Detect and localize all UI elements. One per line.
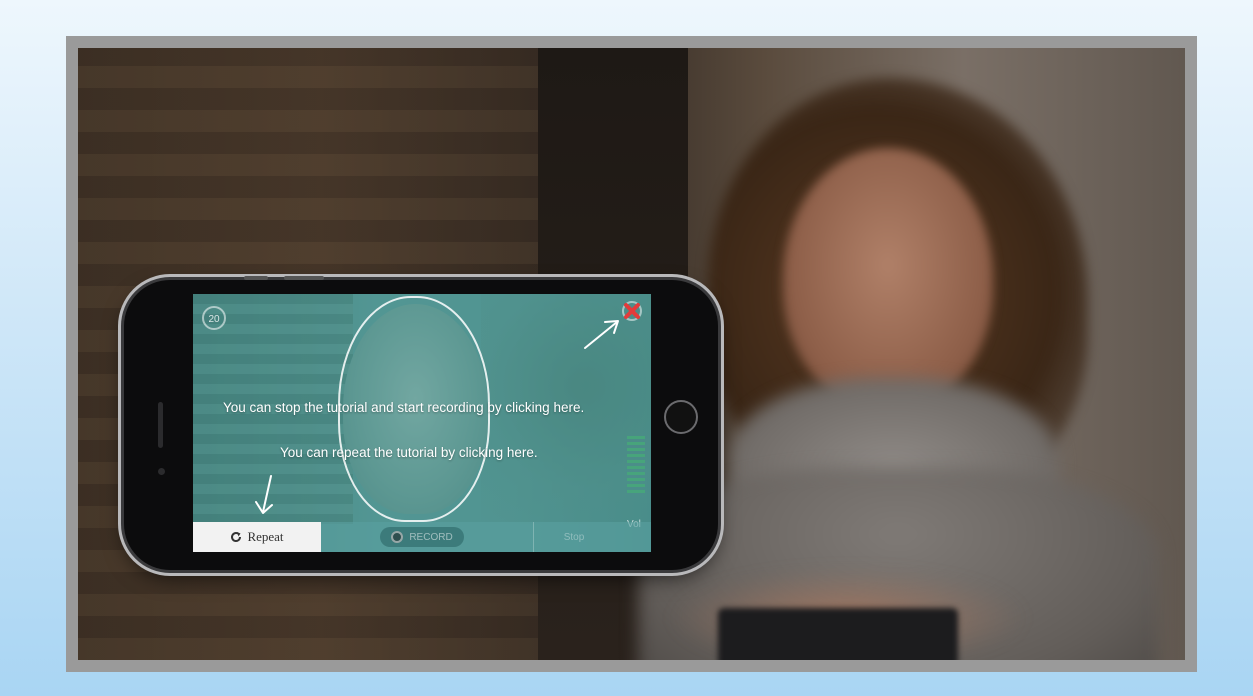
held-phone bbox=[718, 608, 958, 660]
phone-side-button bbox=[244, 276, 268, 280]
phone-speaker bbox=[158, 402, 163, 448]
record-dot-icon bbox=[391, 531, 404, 543]
close-x-icon bbox=[622, 301, 642, 321]
repeat-label: Repeat bbox=[247, 529, 284, 544]
record-label: RECORD bbox=[409, 531, 453, 543]
refresh-icon bbox=[231, 532, 242, 543]
close-tutorial-button[interactable] bbox=[621, 300, 643, 322]
arrow-down-icon bbox=[253, 474, 277, 516]
volume-meter: Vol bbox=[627, 436, 645, 530]
phone-home-button[interactable] bbox=[664, 400, 698, 434]
phone-mockup: 20 You can stop the tutorial and start r… bbox=[124, 276, 718, 570]
recorder-screen: 20 You can stop the tutorial and start r… bbox=[193, 294, 651, 552]
repeat-button[interactable]: Repeat bbox=[193, 522, 321, 552]
record-button[interactable]: RECORD bbox=[380, 527, 464, 547]
recorder-control-bar: Repeat RECORD Stop bbox=[193, 522, 651, 552]
phone-volume-button bbox=[284, 276, 324, 280]
stop-label: Stop bbox=[563, 531, 585, 543]
arrow-to-close-icon bbox=[583, 316, 623, 350]
phone-camera bbox=[158, 468, 165, 475]
woman-face bbox=[783, 148, 993, 408]
tutorial-repeat-hint: You can repeat the tutorial by clicking … bbox=[280, 445, 538, 460]
tutorial-stop-hint: You can stop the tutorial and start reco… bbox=[223, 400, 585, 415]
countdown-timer: 20 bbox=[202, 306, 226, 330]
stop-button[interactable]: Stop bbox=[533, 522, 614, 552]
